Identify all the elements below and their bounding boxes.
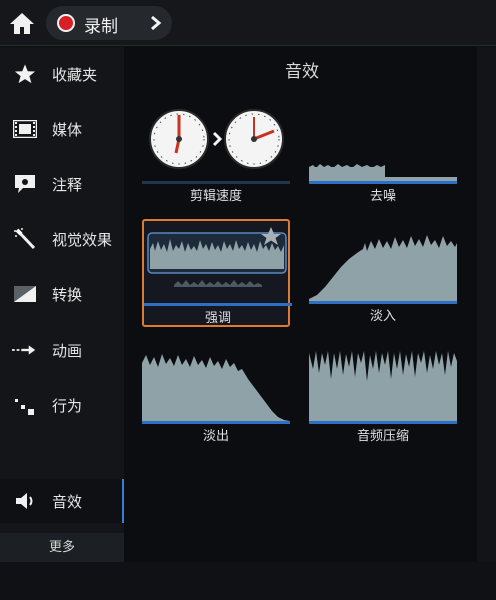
speaker-icon [12, 489, 38, 513]
sidebar-item-behaviors[interactable]: 行为 [0, 383, 124, 427]
sidebar-item-audio-effects[interactable]: 音效 [0, 479, 124, 523]
waveform-noise-icon [309, 164, 457, 181]
waveform-compression-icon [309, 351, 457, 421]
annotation-icon [12, 172, 38, 196]
effect-label: 强调 [204, 311, 231, 326]
sidebar-item-label: 注释 [52, 176, 83, 194]
audio-effects-panel: 音效 剪辑速度 去噪 强调 淡入 淡出 音频压缩 [127, 47, 477, 562]
clip-speed-icon [149, 109, 284, 169]
top-bar: 录制 [0, 0, 496, 46]
record-label: 录制 [84, 17, 118, 37]
home-icon [10, 13, 34, 34]
sidebar-item-label: 动画 [52, 342, 83, 360]
sidebar-item-annotations[interactable]: 注释 [0, 162, 124, 206]
home-button[interactable] [4, 5, 40, 41]
effect-tile-audio-compression[interactable]: 音频压缩 [309, 339, 457, 444]
bottom-bar [0, 562, 496, 600]
tile-underline [144, 303, 292, 306]
sidebar: 收藏夹 媒体 注释 视觉效果 转换 动画 行为 音效 更多 [0, 47, 124, 562]
effect-tile-emphasize[interactable]: 强调 [142, 219, 292, 327]
sidebar-item-transitions[interactable]: 转换 [0, 272, 124, 316]
effect-label: 去噪 [369, 189, 396, 204]
effect-tile-clip-speed[interactable]: 剪辑速度 [142, 99, 290, 204]
effect-label: 淡入 [369, 309, 396, 324]
tile-underline [309, 301, 457, 304]
record-menu-chevron[interactable] [146, 11, 166, 35]
transition-icon [12, 282, 38, 306]
panel-title: 音效 [285, 62, 319, 82]
effect-label: 剪辑速度 [189, 189, 242, 204]
tile-underline [309, 421, 457, 424]
effect-label: 音频压缩 [356, 429, 409, 444]
sidebar-item-label: 媒体 [52, 121, 83, 139]
effect-tile-fade-in[interactable]: 淡入 [309, 219, 457, 324]
chevron-right-icon [151, 15, 162, 31]
waveform-emphasize-icon [147, 227, 287, 287]
effect-tile-noise-removal[interactable]: 去噪 [309, 99, 457, 204]
effect-label: 淡出 [202, 429, 229, 444]
sidebar-item-label: 转换 [52, 286, 83, 304]
record-button[interactable]: 录制 [46, 6, 172, 40]
sidebar-item-label: 视觉效果 [52, 231, 113, 249]
waveform-fade-in-icon [309, 235, 457, 301]
behavior-icon [12, 393, 38, 417]
sidebar-item-label: 音效 [52, 493, 83, 511]
more-button[interactable]: 更多 [0, 533, 124, 562]
sidebar-item-media[interactable]: 媒体 [0, 107, 124, 151]
panel-scrollbar-track[interactable] [477, 47, 496, 562]
tile-underline [309, 181, 457, 184]
sidebar-item-visual-effects[interactable]: 视觉效果 [0, 217, 124, 261]
film-icon [12, 117, 38, 141]
effect-tile-fade-out[interactable]: 淡出 [142, 339, 290, 444]
sidebar-item-label: 收藏夹 [52, 66, 98, 84]
sidebar-item-label: 行为 [52, 397, 83, 415]
sidebar-item-favorites[interactable]: 收藏夹 [0, 52, 124, 96]
sidebar-item-animations[interactable]: 动画 [0, 328, 124, 372]
animation-icon [12, 338, 38, 362]
waveform-fade-out-icon [142, 354, 290, 421]
record-dot-icon [57, 14, 75, 32]
magic-wand-icon [12, 227, 38, 251]
tile-underline [142, 181, 290, 184]
star-icon [12, 62, 38, 86]
tile-underline [142, 421, 290, 424]
